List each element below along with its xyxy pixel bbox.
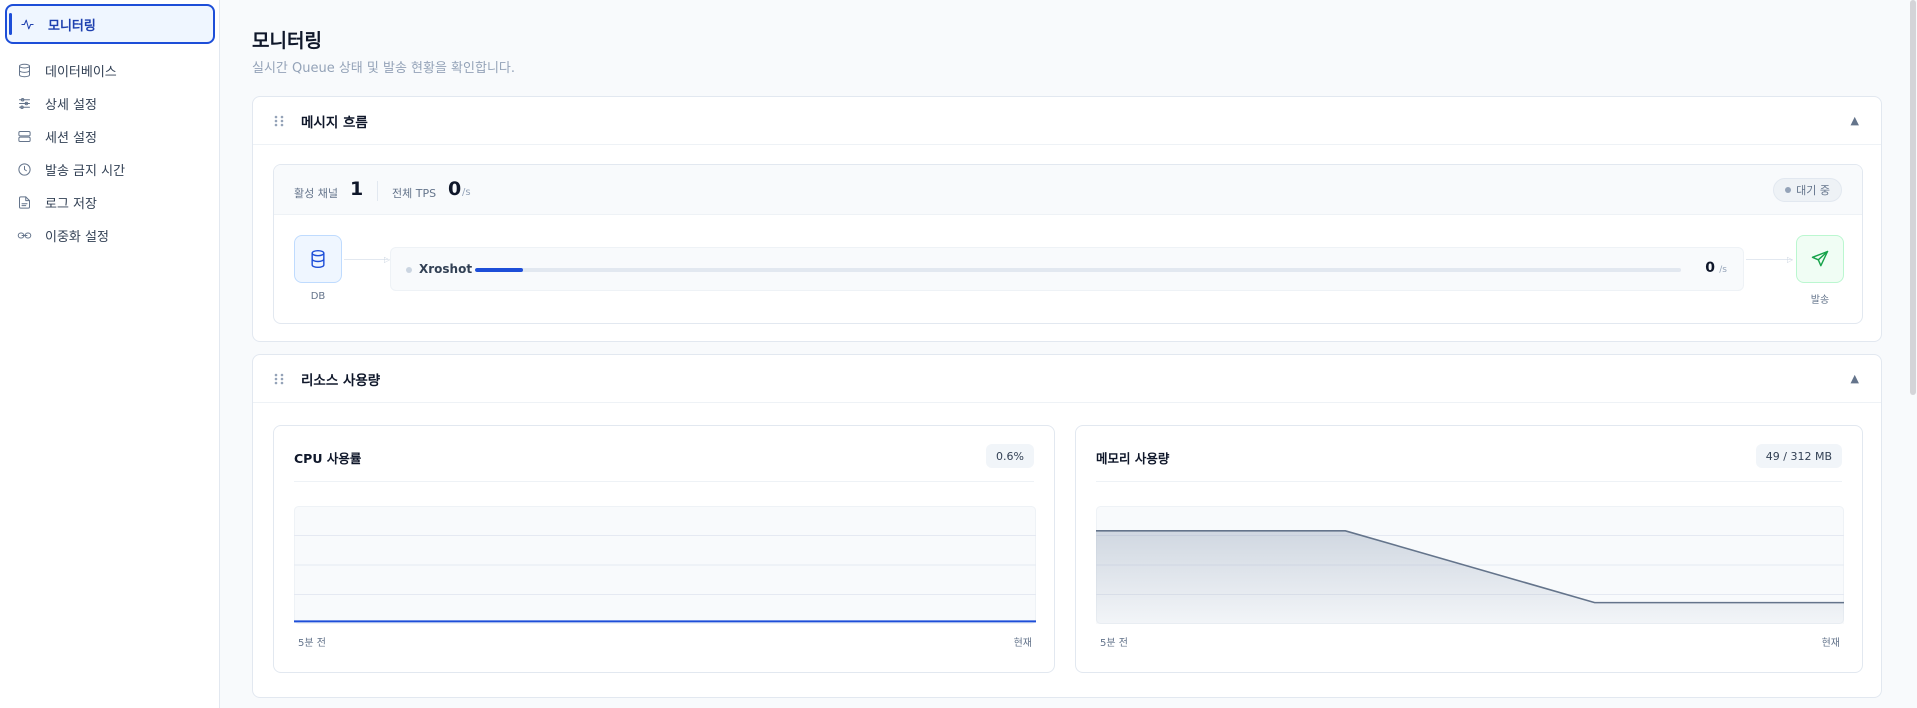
status-dot [1785,187,1792,193]
collapse-icon[interactable]: ▲ [1851,114,1859,127]
memory-x-start-label: 5분 전 [1100,638,1128,649]
sidebar-item-session-settings[interactable]: 세션 설정 [5,121,215,151]
sidebar-item-log-storage[interactable]: 로그 저장 [5,187,215,217]
panel-title: 리소스 사용량 [301,372,381,389]
channel-status-dot [406,267,412,273]
cpu-value-badge: 0.6% [986,444,1034,468]
connector-line [1746,259,1792,260]
memory-chart [1096,506,1844,624]
memory-x-end-label: 현재 [1821,638,1840,649]
server-icon [16,128,32,144]
drag-handle-icon[interactable] [273,114,285,128]
sidebar-item-label: 모니터링 [48,18,96,34]
message-flow-panel: 메시지 흐름 ▲ 활성 채널 1 전체 TPS 0 /s 대기 중 DB ▷ X… [252,96,1882,342]
scrollbar-thumb[interactable] [1910,0,1916,395]
active-channels-label: 활성 채널 [294,187,338,200]
file-icon [16,194,32,210]
send-node-label: 발송 [1810,295,1830,306]
panel-header: 메시지 흐름 ▲ [253,97,1881,145]
db-node-label: DB [310,291,326,302]
sidebar-item-redundancy[interactable]: 이중화 설정 [5,220,215,250]
sidebar-item-label: 데이터베이스 [45,64,117,80]
status-text: 대기 중 [1796,184,1830,197]
channel-progress-track [475,268,1681,272]
channel-progress-fill [475,268,524,272]
resource-usage-panel: 리소스 사용량 ▲ CPU 사용률 0.6% 5분 전 현재 메모리 사용량 4… [252,354,1882,698]
sidebar-item-label: 이중화 설정 [45,229,109,245]
memory-title: 메모리 사용량 [1096,451,1170,466]
channel-name: Xroshot [419,262,473,276]
card-divider [1096,481,1842,482]
send-node[interactable] [1796,235,1844,283]
cpu-x-end-label: 현재 [1013,638,1032,649]
channel-tps-unit: /s [1719,265,1727,275]
send-icon [1811,250,1829,267]
sidebar-item-label: 세션 설정 [45,130,97,146]
memory-value-badge: 49 / 312 MB [1755,444,1842,468]
chevron-right-icon: ▷ [1787,255,1794,264]
db-node[interactable] [294,235,342,283]
cpu-title: CPU 사용률 [294,451,362,466]
activity-icon [19,16,35,32]
main-content: 모니터링 실시간 Queue 상태 및 발송 현황을 확인합니다. 메시지 흐름… [220,0,1917,708]
cpu-card: CPU 사용률 0.6% 5분 전 현재 [273,425,1055,673]
flow-stats: 활성 채널 1 전체 TPS 0 /s 대기 중 [274,165,1862,215]
sidebar-item-label: 발송 금지 시간 [45,163,126,179]
page-title: 모니터링 [252,30,322,52]
database-icon [16,62,32,78]
database-icon [311,249,325,269]
sidebar-item-blackout-time[interactable]: 발송 금지 시간 [5,154,215,184]
flow-box: 활성 채널 1 전체 TPS 0 /s 대기 중 DB ▷ Xroshot 0 [273,164,1863,324]
status-badge: 대기 중 [1773,178,1842,202]
link-icon [16,227,32,243]
sidebar: 모니터링 데이터베이스 상세 설정 세션 설정 발송 금지 시간 로그 저장 이… [0,0,220,708]
clock-icon [16,161,32,177]
sidebar-item-label: 상세 설정 [45,97,97,113]
cpu-x-start-label: 5분 전 [298,638,326,649]
memory-card: 메모리 사용량 49 / 312 MB 5분 전 현재 [1075,425,1863,673]
drag-handle-icon[interactable] [273,372,285,386]
active-channels-value: 1 [350,178,364,200]
connector-line [344,259,388,260]
channel-tps-value: 0 [1705,260,1715,276]
sidebar-item-label: 로그 저장 [45,196,97,212]
scrollbar[interactable] [1909,0,1917,708]
panel-title: 메시지 흐름 [301,114,368,131]
total-tps-unit: /s [462,187,471,198]
collapse-icon[interactable]: ▲ [1851,372,1859,385]
sidebar-item-detail-settings[interactable]: 상세 설정 [5,88,215,118]
panel-header: 리소스 사용량 ▲ [253,355,1881,403]
stat-divider [377,181,378,201]
card-divider [294,481,1034,482]
channel-row[interactable]: Xroshot 0 /s [390,247,1744,291]
sidebar-item-database[interactable]: 데이터베이스 [5,55,215,85]
total-tps-label: 전체 TPS [392,187,437,200]
total-tps-value: 0 [448,178,462,200]
cpu-chart [294,506,1036,624]
sidebar-item-monitoring[interactable]: 모니터링 [5,4,215,44]
sliders-icon [16,95,32,111]
page-subtitle: 실시간 Queue 상태 및 발송 현황을 확인합니다. [252,61,515,76]
